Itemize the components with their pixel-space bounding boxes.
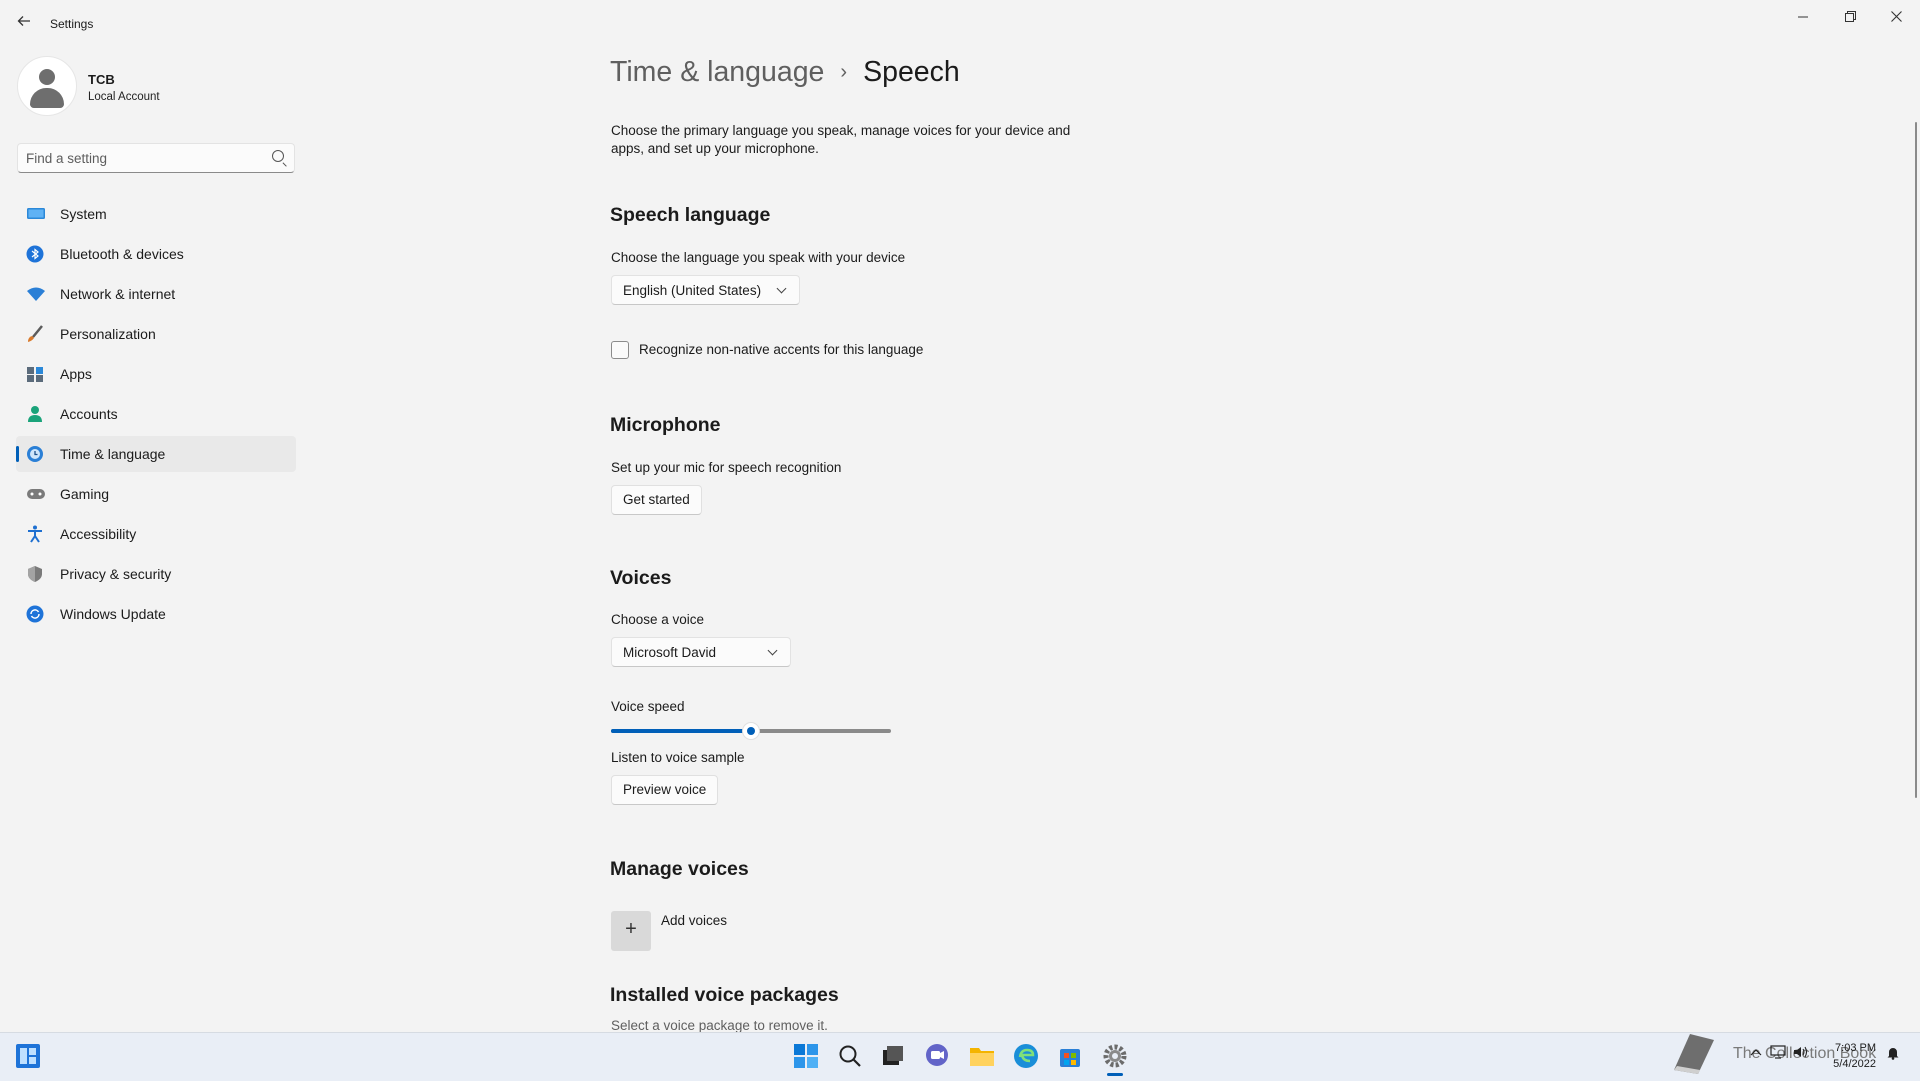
- search-icon[interactable]: [272, 150, 284, 162]
- sidebar-item-label: System: [60, 206, 107, 222]
- sidebar-item-label: Bluetooth & devices: [60, 246, 184, 262]
- chevron-down-icon: [767, 645, 778, 656]
- book-watermark-icon: [1668, 1030, 1718, 1076]
- edge-icon[interactable]: [1013, 1043, 1039, 1069]
- sidebar-item-network[interactable]: Network & internet: [16, 276, 296, 312]
- bluetooth-icon: [26, 245, 44, 263]
- scrollbar[interactable]: [1915, 122, 1917, 798]
- sidebar-item-personalization[interactable]: Personalization: [16, 316, 296, 352]
- voice-dropdown[interactable]: Microsoft David: [611, 637, 791, 667]
- sidebar-item-label: Privacy & security: [60, 566, 172, 582]
- widgets-icon[interactable]: [15, 1043, 41, 1069]
- active-app-indicator: [1107, 1073, 1123, 1076]
- sidebar-item-windows-update[interactable]: Windows Update: [16, 596, 296, 632]
- sidebar-item-label: Personalization: [60, 326, 156, 342]
- search-icon[interactable]: [837, 1043, 863, 1069]
- accessibility-icon: [26, 525, 44, 543]
- close-button[interactable]: [1873, 4, 1919, 30]
- sidebar-item-label: Accounts: [60, 406, 118, 422]
- sidebar-item-accessibility[interactable]: Accessibility: [16, 516, 296, 552]
- sidebar-item-apps[interactable]: Apps: [16, 356, 296, 392]
- page-description: Choose the primary language you speak, m…: [611, 123, 1071, 156]
- title-bar: Settings: [0, 0, 1920, 48]
- avatar[interactable]: [17, 56, 77, 116]
- apps-icon: [26, 365, 44, 383]
- avatar-head: [39, 69, 55, 85]
- restore-button[interactable]: [1827, 4, 1873, 30]
- voice-speed-slider-fill: [611, 729, 751, 733]
- shield-icon: [26, 565, 44, 583]
- search-box[interactable]: [17, 143, 295, 173]
- account-type: Local Account: [88, 91, 160, 103]
- preview-voice-button[interactable]: Preview voice: [611, 775, 719, 805]
- avatar-body: [30, 88, 64, 108]
- sidebar-item-system[interactable]: System: [16, 196, 296, 232]
- sidebar-item-time-language[interactable]: Time & language: [16, 436, 296, 472]
- clock-date[interactable]: 5/4/2022: [1806, 1058, 1876, 1070]
- add-voices-label[interactable]: Add voices: [661, 913, 727, 928]
- plus-icon: +: [625, 918, 637, 940]
- taskbar: [0, 1032, 1920, 1081]
- breadcrumb-parent-link[interactable]: Time & language: [610, 56, 824, 88]
- choose-voice-label: Choose a voice: [611, 612, 705, 627]
- microphone-prompt: Set up your mic for speech recognition: [611, 460, 842, 475]
- accounts-icon: [26, 405, 44, 423]
- speech-language-dropdown[interactable]: English (United States): [611, 275, 800, 305]
- chat-icon[interactable]: [924, 1043, 950, 1069]
- file-explorer-icon[interactable]: [969, 1043, 995, 1069]
- voice-speed-slider-thumb[interactable]: [742, 722, 760, 740]
- network-icon[interactable]: [1770, 1045, 1786, 1064]
- task-view-icon[interactable]: [880, 1043, 906, 1069]
- sidebar-item-label: Apps: [60, 366, 92, 382]
- sidebar-item-gaming[interactable]: Gaming: [16, 476, 296, 512]
- search-input[interactable]: [26, 149, 256, 167]
- window-title: Settings: [50, 17, 94, 31]
- brush-icon: [26, 325, 44, 343]
- update-icon: [26, 605, 44, 623]
- gamepad-icon: [26, 485, 45, 503]
- store-icon[interactable]: [1057, 1043, 1083, 1069]
- globe-clock-icon: [26, 445, 44, 463]
- start-icon[interactable]: [793, 1043, 819, 1069]
- sidebar-item-accounts[interactable]: Accounts: [16, 396, 296, 432]
- sidebar-item-label: Accessibility: [60, 526, 137, 542]
- speech-language-prompt: Choose the language you speak with your …: [611, 250, 906, 265]
- manage-voices-heading: Manage voices: [610, 858, 749, 880]
- get-started-button[interactable]: Get started: [611, 485, 702, 515]
- microphone-heading: Microphone: [610, 414, 721, 436]
- page-title: Speech: [863, 56, 960, 88]
- show-hidden-icons-icon[interactable]: [1750, 1046, 1762, 1064]
- installed-voices-heading: Installed voice packages: [610, 984, 839, 1006]
- back-arrow-icon[interactable]: [14, 12, 34, 36]
- non-native-accents-label: Recognize non-native accents for this la…: [639, 342, 924, 357]
- speech-language-value: English (United States): [623, 283, 762, 298]
- installed-voices-hint: Select a voice package to remove it.: [611, 1018, 828, 1033]
- sidebar-item-privacy[interactable]: Privacy & security: [16, 556, 296, 592]
- chevron-down-icon: [776, 283, 787, 294]
- speech-language-heading: Speech language: [610, 204, 771, 226]
- notification-bell-icon[interactable]: [1886, 1046, 1900, 1065]
- minimize-button[interactable]: [1780, 4, 1826, 30]
- voice-value: Microsoft David: [623, 645, 717, 660]
- sidebar-item-label: Gaming: [60, 486, 110, 502]
- non-native-accents-checkbox[interactable]: [611, 341, 629, 359]
- wifi-icon: [26, 285, 45, 303]
- sidebar-item-label: Network & internet: [60, 286, 176, 302]
- voices-heading: Voices: [610, 567, 672, 589]
- system-icon: [26, 205, 45, 223]
- clock-time[interactable]: 7:03 PM: [1806, 1042, 1876, 1054]
- sidebar-item-label: Time & language: [60, 446, 166, 462]
- settings-gear-icon[interactable]: [1102, 1043, 1128, 1069]
- sidebar-item-label: Windows Update: [60, 606, 166, 622]
- chevron-right-icon: ›: [840, 61, 848, 83]
- breadcrumb: Time & language › Speech: [610, 56, 960, 89]
- voice-sample-label: Listen to voice sample: [611, 750, 745, 765]
- voice-speed-label: Voice speed: [611, 699, 685, 714]
- sidebar-item-bluetooth[interactable]: Bluetooth & devices: [16, 236, 296, 272]
- user-name: TCB: [88, 72, 115, 87]
- add-voices-button[interactable]: +: [611, 911, 651, 951]
